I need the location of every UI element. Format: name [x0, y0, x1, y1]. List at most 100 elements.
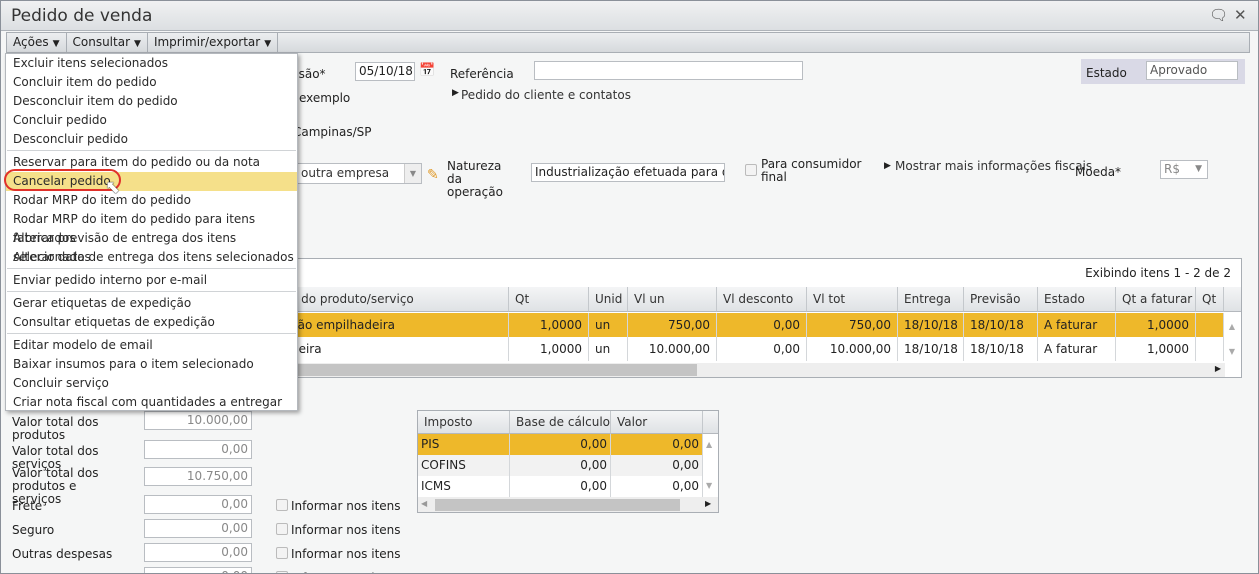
- expand-triangle-icon[interactable]: ▶: [884, 161, 891, 171]
- table-row[interactable]: enção empilhadeira 1,0000 un 750,00 0,00 750,…: [270, 313, 1224, 337]
- table-cell: 18/10/18: [964, 337, 1038, 361]
- menu-item-alterar-previsao-de-entrega-dos-itens-selecionados[interactable]: Alterar previsão de entrega dos itens se…: [6, 229, 297, 264]
- column-header-spacer: [1224, 287, 1241, 312]
- total-value-input[interactable]: 0,00: [144, 495, 252, 514]
- referencia-input[interactable]: [534, 61, 803, 80]
- column-header[interactable]: Estado: [1038, 287, 1116, 312]
- consultar-label: Consultar: [72, 35, 131, 49]
- fiscais-link[interactable]: Mostrar mais informações fiscais: [895, 159, 1092, 173]
- total-value-input[interactable]: 0,00: [144, 440, 252, 459]
- column-header[interactable]: Vl desconto: [717, 287, 807, 312]
- menu-item-enviar-pedido-interno-por-email[interactable]: Enviar pedido interno por e-mail: [6, 271, 297, 290]
- horizontal-scrollbar[interactable]: ▶: [270, 363, 1225, 377]
- column-header[interactable]: Vl un: [628, 287, 717, 312]
- column-header-spacer: [703, 411, 718, 434]
- menu-item-rodar-mrp-do-item-do-pedido-para-itens-fabricados[interactable]: Rodar MRP do item do pedido para itens f…: [6, 210, 297, 245]
- column-header[interactable]: Qt a faturar: [1116, 287, 1196, 312]
- moeda-label: Moeda*: [1075, 165, 1122, 179]
- menu-item-rodar-mrp-do-item-do-pedido[interactable]: Rodar MRP do item do pedido: [6, 191, 297, 210]
- column-header[interactable]: Previsão: [964, 287, 1038, 312]
- scroll-down-icon[interactable]: ▼: [706, 481, 712, 490]
- menu-item-consultar-etiquetas-de-expedicao[interactable]: Consultar etiquetas de expedição: [6, 313, 297, 332]
- tax-cell: ICMS: [418, 476, 510, 497]
- table-cell: 0,00: [717, 313, 807, 337]
- tax-column-header[interactable]: Base de cálculo: [510, 411, 611, 434]
- scroll-up-icon[interactable]: ▲: [706, 440, 712, 449]
- tax-column-header[interactable]: Valor: [611, 411, 703, 434]
- column-header[interactable]: Entrega: [898, 287, 964, 312]
- emissao-date-input[interactable]: 05/10/18: [355, 62, 415, 81]
- scroll-left-icon[interactable]: ◀: [421, 499, 427, 508]
- pedido-cliente-link[interactable]: Pedido do cliente e contatos: [461, 88, 631, 102]
- comment-icon[interactable]: 🗨: [1209, 6, 1228, 24]
- referencia-label: Referência: [450, 67, 514, 81]
- scrollbar-thumb[interactable]: [435, 499, 680, 511]
- scroll-up-icon[interactable]: ▲: [1229, 322, 1235, 331]
- tax-cell: 0,00: [611, 434, 703, 455]
- caret-down-icon: ▼: [134, 39, 141, 49]
- tax-column-header[interactable]: Imposto: [418, 411, 510, 434]
- tax-cell: 0,00: [611, 476, 703, 497]
- column-header[interactable]: Unid: [589, 287, 628, 312]
- menu-separator: [7, 150, 296, 151]
- imprimir-menu-button[interactable]: Imprimir/exportar ▼: [148, 33, 279, 52]
- column-header[interactable]: Qt: [509, 287, 589, 312]
- mouse-cursor-icon: ⬉: [105, 177, 121, 198]
- total-value-input[interactable]: 0,00: [144, 567, 252, 573]
- acoes-menu-button[interactable]: Ações ▼: [7, 33, 67, 52]
- tax-row[interactable]: ICMS 0,00 0,00: [418, 476, 703, 497]
- toolbar: Ações ▼ Consultar ▼ Imprimir/exportar ▼: [6, 32, 1250, 53]
- menu-item-desconcluir-item-do-pedido[interactable]: Desconcluir item do pedido: [6, 92, 297, 111]
- menu-item-alterar-data-de-entrega-dos-itens-selecionados[interactable]: Alterar data de entrega dos itens seleci…: [6, 248, 297, 267]
- tax-row[interactable]: PIS 0,00 0,00: [418, 434, 703, 455]
- informar-nos-itens-checkbox[interactable]: [276, 547, 288, 559]
- table-row[interactable]: hadeira 1,0000 un 10.000,00 0,00 10.000,00 18/…: [270, 337, 1224, 361]
- tax-cell: 0,00: [611, 455, 703, 476]
- scrollbar-thumb[interactable]: [270, 364, 697, 376]
- expand-triangle-icon[interactable]: ▶: [452, 88, 459, 98]
- menu-item-concluir-pedido[interactable]: Concluir pedido: [6, 111, 297, 130]
- imprimir-label: Imprimir/exportar: [153, 35, 261, 49]
- tax-horizontal-scrollbar[interactable]: ◀ ▶: [418, 497, 718, 512]
- caret-down-icon: ▼: [52, 39, 60, 49]
- column-header[interactable]: ção do produto/serviço: [270, 287, 509, 312]
- consumidor-final-checkbox[interactable]: [745, 164, 757, 176]
- menu-item-baixar-insumos-para-o-item-selecionado[interactable]: Baixar insumos para o item selecionado: [6, 355, 297, 374]
- menu-item-concluir-servico[interactable]: Concluir serviço: [6, 374, 297, 393]
- column-header[interactable]: Vl tot: [807, 287, 898, 312]
- scroll-right-icon[interactable]: ▶: [1215, 364, 1221, 373]
- consultar-menu-button[interactable]: Consultar ▼: [67, 33, 148, 52]
- scroll-right-icon[interactable]: ▶: [705, 499, 711, 508]
- tax-row[interactable]: COFINS 0,00 0,00: [418, 455, 703, 476]
- close-icon[interactable]: ✕: [1234, 6, 1247, 24]
- total-value-input[interactable]: 10.750,00: [144, 467, 252, 486]
- total-value-input[interactable]: 0,00: [144, 519, 252, 538]
- informar-nos-itens-checkbox[interactable]: [276, 499, 288, 511]
- menu-separator: [7, 268, 296, 269]
- menu-item-editar-modelo-de-email[interactable]: Editar modelo de email: [6, 336, 297, 355]
- informar-nos-itens-checkbox[interactable]: [276, 523, 288, 535]
- estado-label: Estado: [1086, 66, 1127, 80]
- total-value-input[interactable]: 0,00: [144, 543, 252, 562]
- menu-item-criar-nota-fiscal-com-quantidades-a-entregar[interactable]: Criar nota fiscal com quantidades a entr…: [6, 393, 297, 412]
- calendar-icon[interactable]: 📅: [419, 63, 435, 78]
- tipo-select[interactable]: outra empresa ▼: [297, 163, 422, 184]
- menu-item-excluir-itens-selecionados[interactable]: Excluir itens selecionados: [6, 54, 297, 73]
- table-cell: A faturar: [1038, 313, 1116, 337]
- scroll-down-icon[interactable]: ▼: [1229, 347, 1235, 356]
- table-cell: 1,0000: [509, 337, 589, 361]
- natureza-input[interactable]: Industrialização efetuada para outra: [531, 163, 725, 182]
- highlight-callout: [4, 169, 121, 191]
- tax-cell: COFINS: [418, 455, 510, 476]
- window-title: Pedido de venda: [11, 6, 153, 26]
- menu-item-concluir-item-do-pedido[interactable]: Concluir item do pedido: [6, 73, 297, 92]
- total-value-input[interactable]: 10.000,00: [144, 411, 252, 430]
- menu-item-desconcluir-pedido[interactable]: Desconcluir pedido: [6, 130, 297, 149]
- tax-cell: 0,00: [510, 455, 611, 476]
- moeda-select[interactable]: R$ ▼: [1160, 160, 1208, 179]
- menu-item-gerar-etiquetas-de-expedicao[interactable]: Gerar etiquetas de expedição: [6, 294, 297, 313]
- total-label: Valor total dos produtos: [12, 415, 99, 442]
- table-cell: un: [589, 313, 628, 337]
- pencil-icon[interactable]: ✎: [427, 167, 439, 183]
- column-header[interactable]: Qt f: [1196, 287, 1224, 330]
